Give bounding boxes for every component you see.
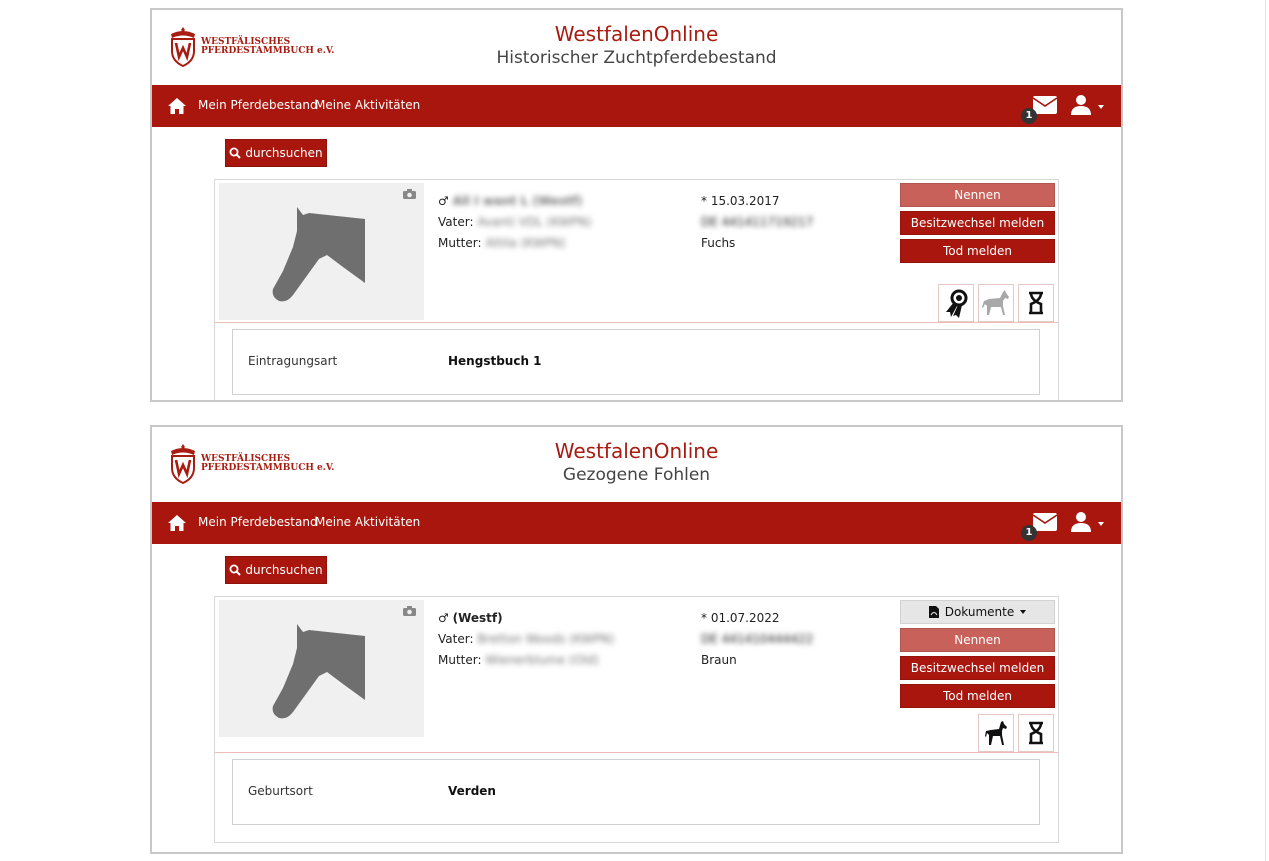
detail-value: Hengstbuch 1 xyxy=(448,354,542,368)
documents-label: Dokumente xyxy=(944,605,1015,619)
coat-color: Braun xyxy=(701,653,737,667)
foal-icon xyxy=(985,721,1007,745)
mother-label: Mutter: xyxy=(438,236,482,250)
ownership-change-button[interactable]: Besitzwechsel melden xyxy=(900,656,1055,680)
dna-icon xyxy=(1029,291,1043,315)
horse-head-icon xyxy=(272,207,365,302)
horse-name[interactable]: All I want L (Westf) xyxy=(453,194,583,208)
user-icon[interactable] xyxy=(1070,511,1092,533)
page-subtitle: Historischer Zuchtpferdebestand xyxy=(496,48,777,68)
report-death-button[interactable]: Tod melden xyxy=(900,684,1055,708)
camera-icon[interactable] xyxy=(403,189,416,199)
user-icon[interactable] xyxy=(1070,94,1092,116)
page-subtitle: Gezogene Fohlen xyxy=(562,465,711,485)
nennen-button[interactable]: Nennen xyxy=(900,628,1055,652)
search-button-label: durchsuchen xyxy=(245,146,323,160)
app-title: WestfalenOnline xyxy=(554,439,719,463)
coat-color: Fuchs xyxy=(701,236,736,250)
foal-card: ♂ (Westf) Vater: Bretton Woods (KWPN) Mu… xyxy=(214,596,1059,843)
search-button[interactable]: durchsuchen xyxy=(225,556,327,584)
header: WESTFÄLISCHES PFERDESTAMMBUCH e.V. Westf… xyxy=(152,427,1121,502)
nennen-button[interactable]: Nennen xyxy=(900,183,1055,207)
father-label: Vater: xyxy=(438,215,474,229)
sex-icon: ♂ xyxy=(438,194,449,208)
search-icon xyxy=(229,564,242,576)
panel-historical-stock: WESTFÄLISCHES PFERDESTAMMBUCH e.V. Westf… xyxy=(150,8,1123,402)
home-icon[interactable] xyxy=(167,513,187,533)
ueln: DE 441411719217 xyxy=(701,215,814,229)
nav-my-horses[interactable]: Mein Pferdebestand xyxy=(198,98,318,112)
detail-label: Geburtsort xyxy=(248,784,313,798)
award-button[interactable] xyxy=(938,284,974,322)
father-name[interactable]: Avanti VDL (KWPN) xyxy=(477,215,591,229)
foal-button[interactable] xyxy=(978,714,1014,752)
horse-gray-button[interactable] xyxy=(978,284,1014,322)
mother-line: Mutter: Wienerblume (Old) xyxy=(438,653,599,667)
home-icon[interactable] xyxy=(167,96,187,116)
report-death-button[interactable]: Tod melden xyxy=(900,239,1055,263)
page-edge-line xyxy=(1265,0,1266,861)
horse-gray-icon xyxy=(982,290,1009,315)
award-ribbon-icon xyxy=(946,289,968,318)
detail-box: Eintragungsart Hengstbuch 1 xyxy=(232,329,1040,395)
card-divider xyxy=(215,322,1058,323)
mail-count-badge: 1 xyxy=(1021,108,1037,124)
dna-button[interactable] xyxy=(1018,714,1054,752)
mail-count-badge: 1 xyxy=(1021,525,1037,541)
horse-photo-placeholder[interactable] xyxy=(219,183,424,320)
search-button-label: durchsuchen xyxy=(245,563,323,577)
header: WESTFÄLISCHES PFERDESTAMMBUCH e.V. Westf… xyxy=(152,10,1121,85)
nav-my-activities[interactable]: Meine Aktivitäten xyxy=(315,515,420,529)
father-line: Vater: Bretton Woods (KWPN) xyxy=(438,632,614,646)
horse-name-line: ♂ All I want L (Westf) xyxy=(438,194,582,208)
chevron-down-icon xyxy=(1020,610,1027,614)
birth-date: * 15.03.2017 xyxy=(701,194,780,208)
mother-name[interactable]: Wienerblume (Old) xyxy=(485,653,598,667)
camera-icon[interactable] xyxy=(403,606,416,616)
pdf-icon xyxy=(928,606,939,618)
dna-button[interactable] xyxy=(1018,284,1054,322)
app-title: WestfalenOnline xyxy=(554,22,719,46)
horse-name-line: ♂ (Westf) xyxy=(438,611,503,625)
mother-name[interactable]: Attila (KWPN) xyxy=(485,236,565,250)
father-label: Vater: xyxy=(438,632,474,646)
card-divider xyxy=(215,752,1058,753)
mother-line: Mutter: Attila (KWPN) xyxy=(438,236,566,250)
horse-name[interactable]: (Westf) xyxy=(453,611,503,625)
chevron-down-icon[interactable] xyxy=(1098,522,1104,526)
search-button[interactable]: durchsuchen xyxy=(225,139,327,167)
dna-icon xyxy=(1029,721,1043,745)
birth-date: * 01.07.2022 xyxy=(701,611,780,625)
horse-head-icon xyxy=(272,624,365,719)
father-line: Vater: Avanti VDL (KWPN) xyxy=(438,215,592,229)
detail-value: Verden xyxy=(448,784,496,798)
mother-label: Mutter: xyxy=(438,653,482,667)
father-name[interactable]: Bretton Woods (KWPN) xyxy=(477,632,614,646)
navbar: Mein Pferdebestand Meine Aktivitäten 1 xyxy=(152,85,1121,127)
nav-my-horses[interactable]: Mein Pferdebestand xyxy=(198,515,318,529)
search-icon xyxy=(229,147,242,159)
sex-icon: ♂ xyxy=(438,611,449,625)
ownership-change-button[interactable]: Besitzwechsel melden xyxy=(900,211,1055,235)
chevron-down-icon[interactable] xyxy=(1098,105,1104,109)
documents-dropdown[interactable]: Dokumente xyxy=(900,600,1055,624)
horse-card: ♂ All I want L (Westf) Vater: Avanti VDL… xyxy=(214,179,1059,400)
horse-photo-placeholder[interactable] xyxy=(219,600,424,737)
nav-my-activities[interactable]: Meine Aktivitäten xyxy=(315,98,420,112)
detail-label: Eintragungsart xyxy=(248,354,338,368)
panel-bred-foals: WESTFÄLISCHES PFERDESTAMMBUCH e.V. Westf… xyxy=(150,425,1123,854)
navbar: Mein Pferdebestand Meine Aktivitäten 1 xyxy=(152,502,1121,544)
ueln: DE 441410444422 xyxy=(701,632,814,646)
detail-box: Geburtsort Verden xyxy=(232,759,1040,825)
